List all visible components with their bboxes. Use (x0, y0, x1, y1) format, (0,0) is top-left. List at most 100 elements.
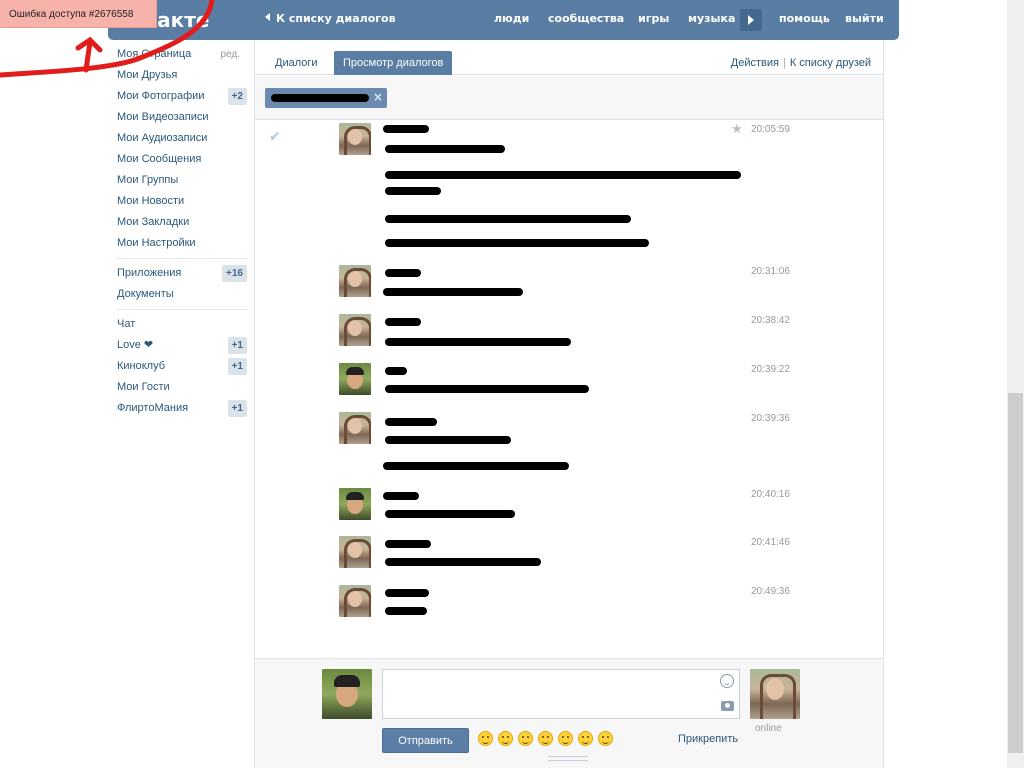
avatar[interactable] (339, 536, 371, 568)
page-scrollbar[interactable] (1007, 0, 1024, 768)
sidebar-item-label: Киноклуб (117, 360, 166, 372)
avatar[interactable] (339, 265, 371, 297)
friends-list-link[interactable]: К списку друзей (790, 57, 871, 69)
counter-badge[interactable]: +1 (227, 400, 247, 417)
sidebar-item-audio[interactable]: Мои Аудиозаписи (110, 128, 248, 149)
emoji-icon[interactable] (578, 731, 593, 746)
sidebar-item-label: Мои Закладки (117, 216, 190, 228)
message-time: 20:31:06 (751, 266, 790, 277)
sidebar-divider (117, 309, 248, 310)
star-icon[interactable]: ★ (731, 122, 743, 137)
sidebar-item-my-page[interactable]: Моя Страница ред. (110, 44, 248, 65)
nav-music[interactable]: музыка (688, 12, 735, 25)
sidebar-item-flirtomania[interactable]: ФлиртоМания +1 (110, 398, 248, 419)
avatar[interactable] (339, 363, 371, 395)
redaction-mark (383, 288, 523, 296)
camera-icon[interactable] (721, 701, 734, 711)
sidebar-item-documents[interactable]: Документы (110, 284, 248, 305)
sidebar-item-label: Чат (117, 318, 136, 330)
nav-help[interactable]: помощь (779, 12, 830, 25)
redaction-mark (385, 418, 437, 426)
nav-games[interactable]: игры (638, 12, 669, 25)
sidebar-item-videos[interactable]: Мои Видеозаписи (110, 107, 248, 128)
emoji-icon[interactable] (518, 731, 533, 746)
play-icon[interactable] (740, 9, 762, 31)
message-time: 20:40:16 (751, 489, 790, 500)
actions-link[interactable]: Действия (731, 57, 779, 69)
redaction-mark (385, 558, 541, 566)
sidebar-item-guests[interactable]: Мои Гости (110, 377, 248, 398)
peer-avatar[interactable] (750, 669, 800, 719)
redaction-mark (385, 145, 505, 153)
tab-dialogs[interactable]: Диалоги (266, 51, 327, 75)
redaction-mark (385, 540, 431, 548)
sidebar-item-cinema-club[interactable]: Киноклуб +1 (110, 356, 248, 377)
redaction-mark (385, 385, 589, 393)
recipient-chip[interactable]: × (265, 88, 387, 108)
avatar[interactable] (339, 585, 371, 617)
sidebar-item-label: Мои Новости (117, 195, 185, 207)
online-status: online (755, 723, 782, 734)
sidebar-item-label: Love ❤ (117, 339, 154, 351)
avatar[interactable] (339, 412, 371, 444)
sidebar-item-label: Мои Аудиозаписи (117, 132, 208, 144)
back-link-label: К списку диалогов (276, 12, 396, 25)
message-time: 20:41:46 (751, 537, 790, 548)
message-item: 20:39:22 (255, 363, 883, 403)
sidebar-item-label: Мои Друзья (117, 69, 178, 81)
send-button[interactable]: Отправить (382, 728, 469, 753)
chevron-left-icon (265, 13, 270, 21)
sidebar-item-label: Приложения (117, 267, 182, 279)
my-avatar[interactable] (322, 669, 372, 719)
sidebar-item-label: Документы (117, 288, 174, 300)
message-history: ✔ ★ 20:05:59 20:31:06 20:38:42 20:39:22 … (255, 120, 883, 658)
sidebar-item-chat[interactable]: Чат (110, 314, 248, 335)
sidebar-item-apps[interactable]: Приложения +16 (110, 263, 248, 284)
avatar[interactable] (339, 314, 371, 346)
resize-grip[interactable] (548, 756, 588, 761)
message-time: 20:05:59 (751, 124, 790, 135)
smile-icon[interactable] (720, 674, 734, 688)
page-root: онтакте К списку диалогов люди сообществ… (0, 0, 1024, 768)
counter-badge[interactable]: +1 (227, 337, 247, 354)
emoji-icon[interactable] (538, 731, 553, 746)
edit-link[interactable]: ред. (220, 44, 240, 65)
nav-communities[interactable]: сообщества (548, 12, 624, 25)
sidebar-item-settings[interactable]: Мои Настройки (110, 233, 248, 254)
attach-link[interactable]: Прикрепить (678, 733, 738, 745)
sidebar-item-groups[interactable]: Мои Группы (110, 170, 248, 191)
redaction-mark (385, 436, 511, 444)
sidebar-item-photos[interactable]: Мои Фотографии +2 (110, 86, 248, 107)
message-time: 20:39:22 (751, 364, 790, 375)
redaction-mark (385, 510, 515, 518)
checkmark-icon[interactable]: ✔ (269, 129, 281, 145)
left-sidebar: Моя Страница ред. Мои Друзья Мои Фотогра… (110, 44, 248, 419)
sidebar-item-label: ФлиртоМания (117, 402, 189, 414)
scrollbar-thumb[interactable] (1008, 393, 1023, 753)
counter-badge[interactable]: +16 (222, 265, 247, 282)
redaction-mark (385, 367, 407, 375)
emoji-icon[interactable] (478, 731, 493, 746)
sidebar-item-label: Моя Страница (117, 48, 192, 60)
sidebar-item-bookmarks[interactable]: Мои Закладки (110, 212, 248, 233)
nav-people[interactable]: люди (494, 12, 529, 25)
tab-dialog-view[interactable]: Просмотр диалогов (334, 51, 453, 75)
emoji-icon[interactable] (598, 731, 613, 746)
close-icon[interactable]: × (373, 90, 383, 104)
sidebar-item-news[interactable]: Мои Новости (110, 191, 248, 212)
sidebar-item-friends[interactable]: Мои Друзья (110, 65, 248, 86)
redaction-mark (383, 125, 429, 133)
emoji-icon[interactable] (558, 731, 573, 746)
counter-badge[interactable]: +2 (227, 88, 247, 105)
message-composer: online Отправить Прикрепить (255, 658, 883, 768)
avatar[interactable] (339, 123, 371, 155)
nav-logout[interactable]: выйти (845, 12, 884, 25)
counter-badge[interactable]: +1 (227, 358, 247, 375)
redaction-mark (385, 269, 421, 277)
back-to-dialogs-link[interactable]: К списку диалогов (265, 12, 396, 25)
sidebar-item-messages[interactable]: Мои Сообщения (110, 149, 248, 170)
avatar[interactable] (339, 488, 371, 520)
sidebar-item-love[interactable]: Love ❤ +1 (110, 335, 248, 356)
message-input[interactable] (382, 669, 740, 719)
emoji-icon[interactable] (498, 731, 513, 746)
